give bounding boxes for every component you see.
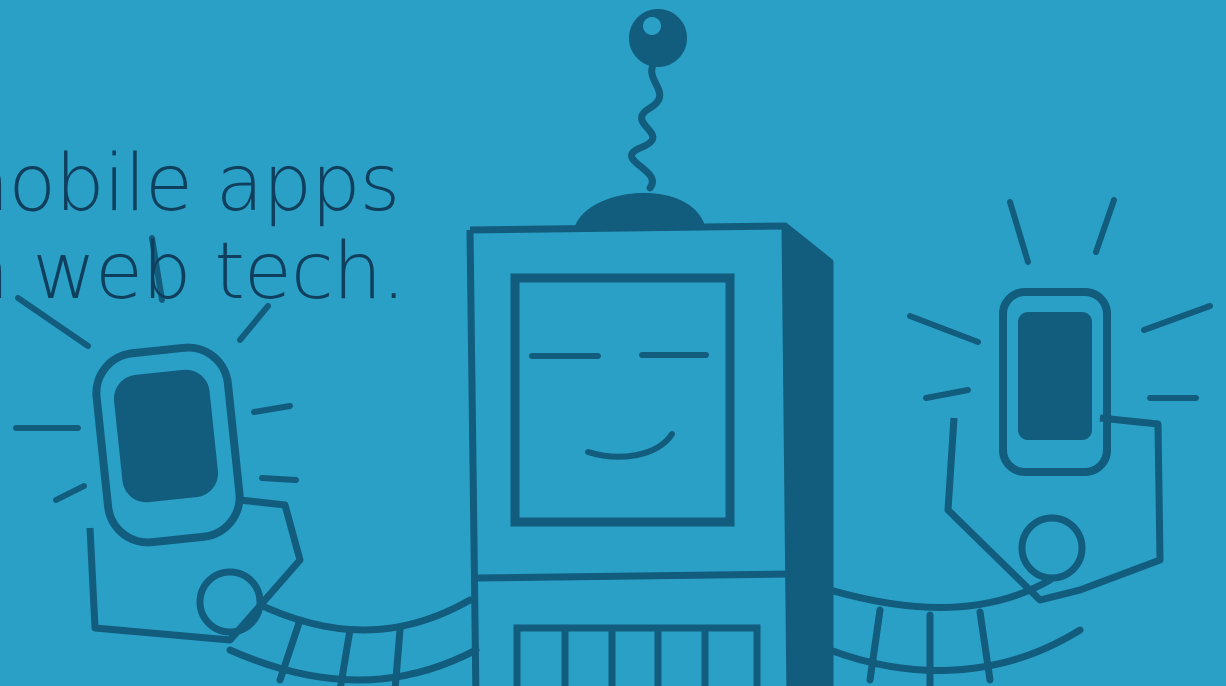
robot-illustration bbox=[0, 0, 1226, 686]
headline-line-1: nobile apps bbox=[0, 139, 400, 229]
hero-headline: nobile apps n web tech. bbox=[0, 139, 406, 317]
headline-line-2: n web tech. bbox=[0, 227, 406, 317]
body-side-shade bbox=[785, 226, 830, 686]
left-hand bbox=[196, 568, 264, 636]
right-hand bbox=[1018, 514, 1086, 582]
hero-banner: nobile apps n web tech. bbox=[0, 0, 1226, 686]
